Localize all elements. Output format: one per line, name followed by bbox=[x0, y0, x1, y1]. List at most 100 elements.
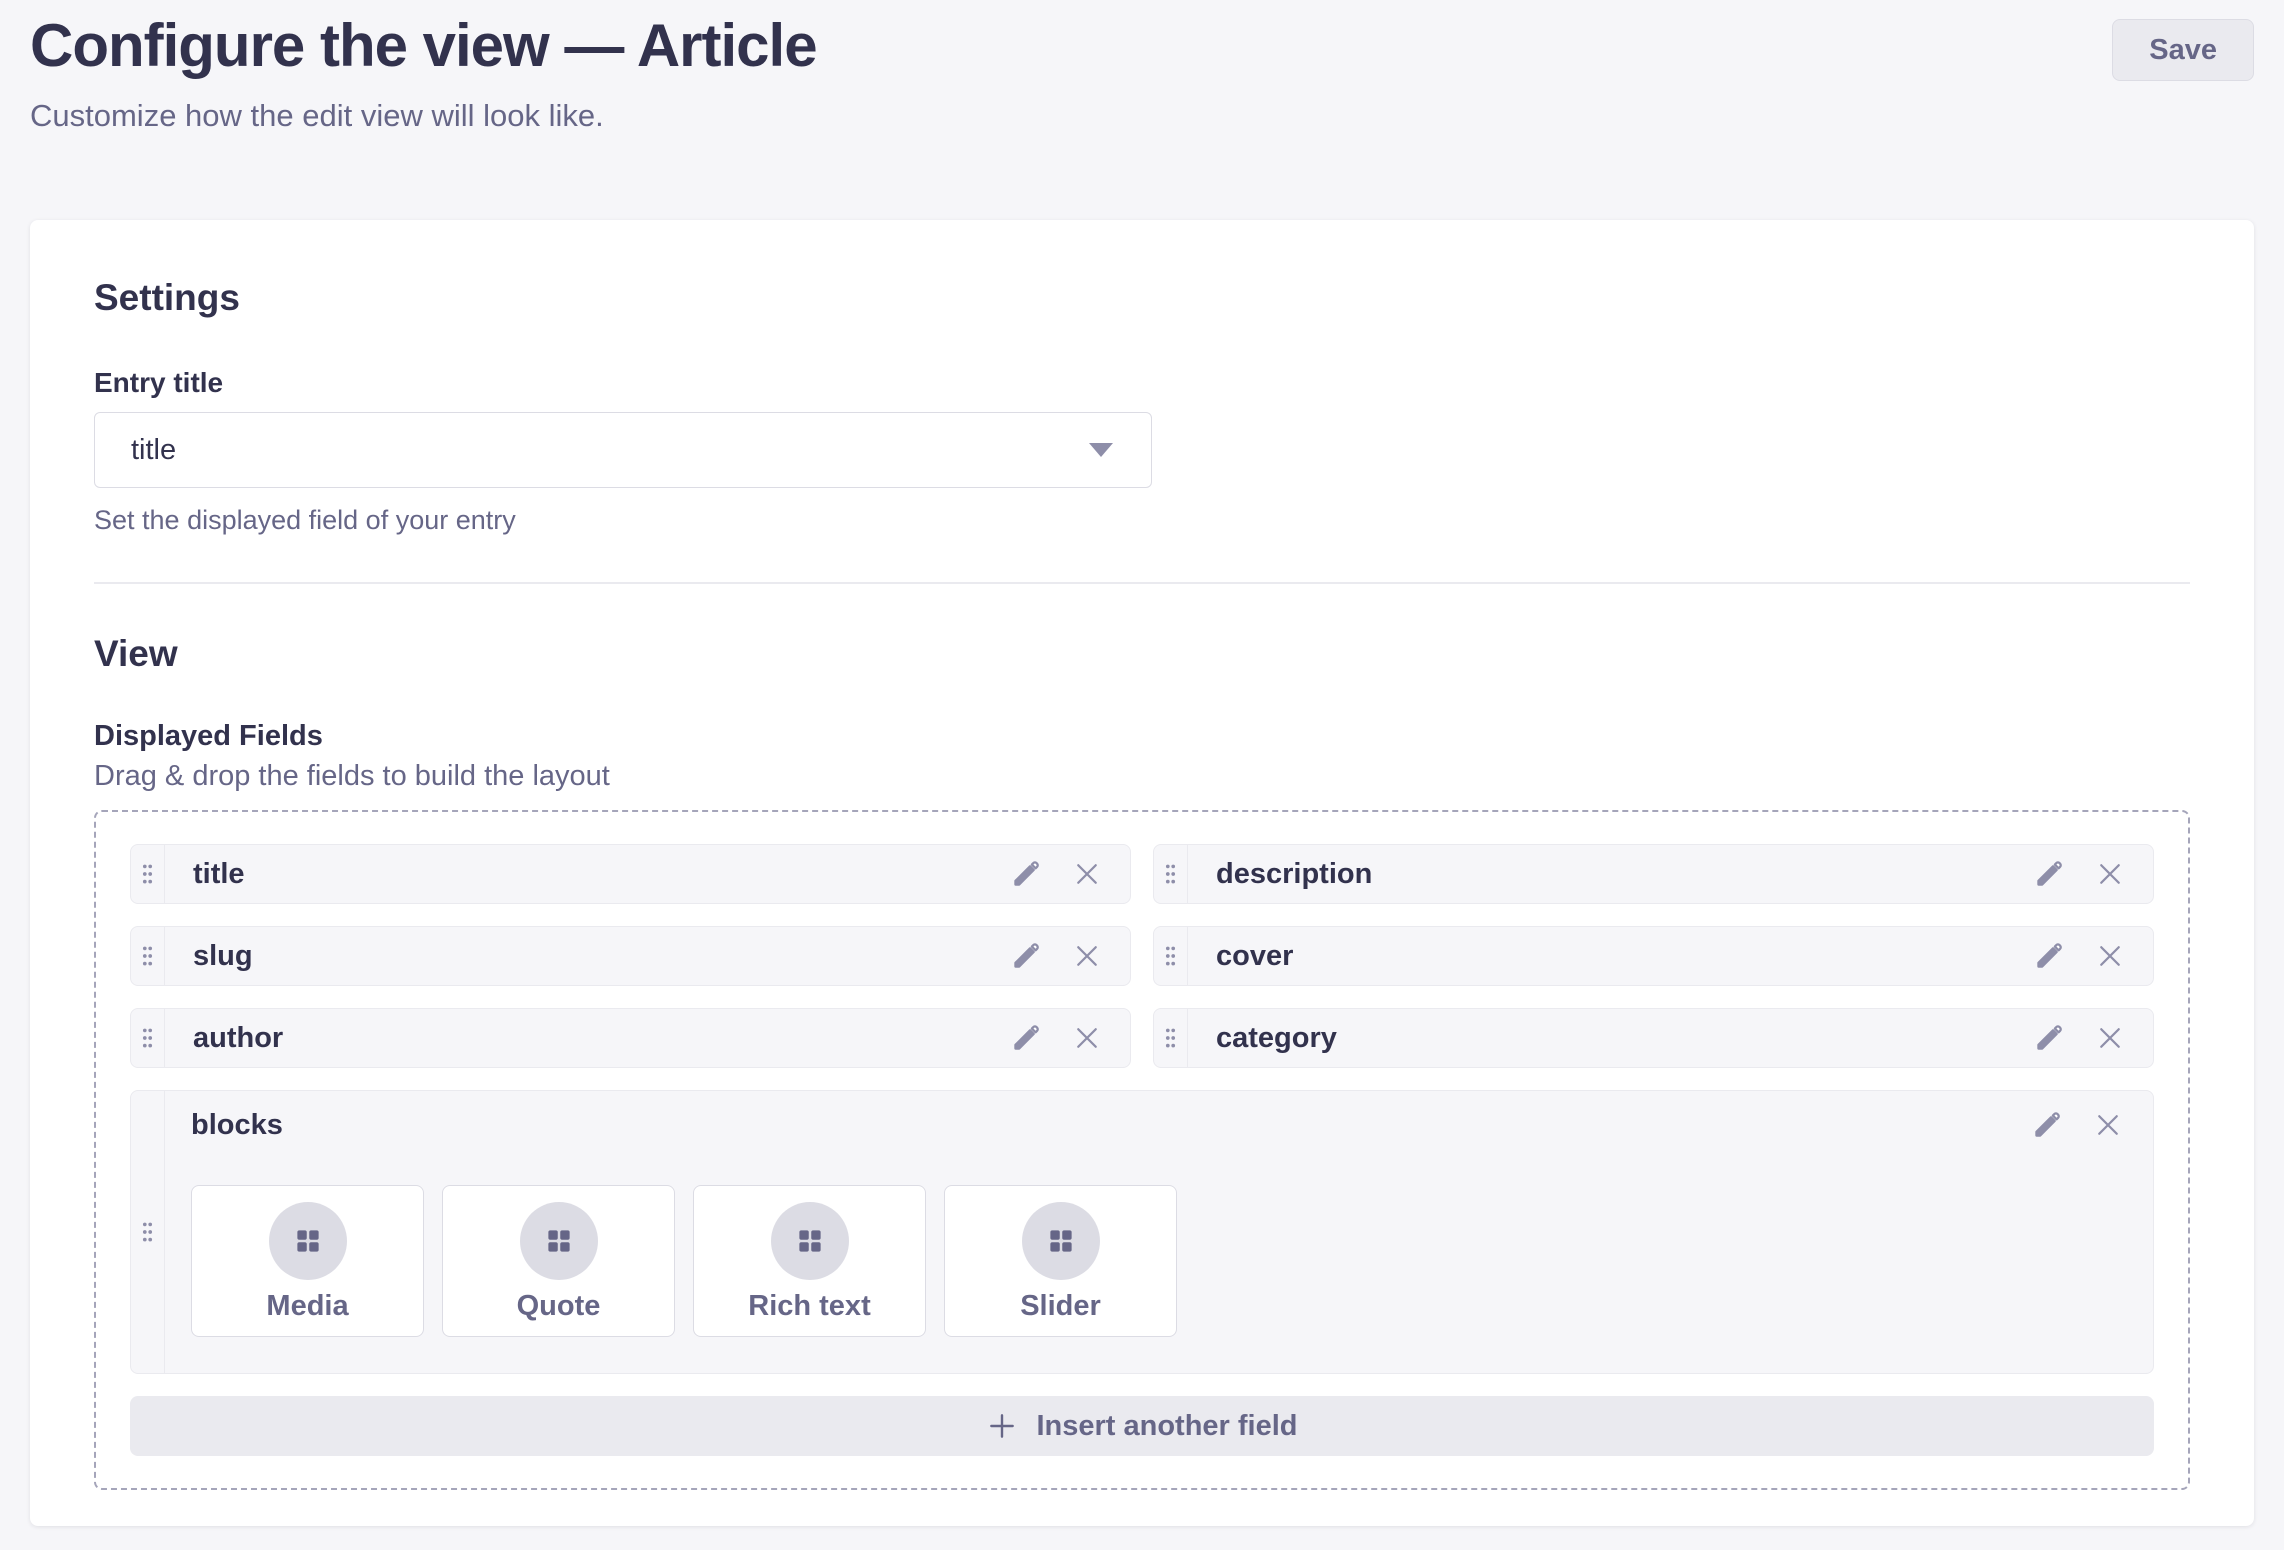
field-actions bbox=[1008, 938, 1102, 974]
drag-handle[interactable] bbox=[1154, 927, 1188, 985]
edit-field-button[interactable] bbox=[2031, 856, 2067, 892]
field-label: title bbox=[193, 858, 245, 891]
component-icon-circle bbox=[1022, 1202, 1100, 1280]
edit-field-button[interactable] bbox=[1008, 856, 1044, 892]
caret-down-icon bbox=[1089, 443, 1113, 457]
settings-heading: Settings bbox=[94, 276, 2190, 320]
component-icon-circle bbox=[520, 1202, 598, 1280]
x-icon bbox=[1072, 1023, 1102, 1053]
config-card: Settings Entry title title Set the displ… bbox=[30, 220, 2254, 1526]
entry-title-hint: Set the displayed field of your entry bbox=[94, 504, 2190, 536]
remove-field-button[interactable] bbox=[2093, 1110, 2123, 1140]
field-label: category bbox=[1216, 1022, 1337, 1055]
page-subtitle: Customize how the edit view will look li… bbox=[30, 96, 2254, 136]
component-label: Rich text bbox=[748, 1290, 870, 1323]
edit-field-button[interactable] bbox=[1008, 1020, 1044, 1056]
field-chip-description[interactable]: description bbox=[1153, 844, 2154, 904]
plus-icon bbox=[986, 1410, 1018, 1442]
entry-title-select-value: title bbox=[131, 434, 176, 467]
pencil-icon bbox=[1008, 938, 1044, 974]
component-list: Media Quote Rich text bbox=[191, 1185, 2123, 1337]
drag-handle[interactable] bbox=[131, 1091, 165, 1373]
section-divider bbox=[94, 582, 2190, 584]
drag-handle-icon bbox=[141, 1221, 154, 1243]
pencil-icon bbox=[1008, 856, 1044, 892]
remove-field-button[interactable] bbox=[2095, 1023, 2125, 1053]
field-chip-body: description bbox=[1188, 845, 2153, 903]
grid-icon bbox=[795, 1226, 825, 1256]
edit-field-button[interactable] bbox=[2031, 1020, 2067, 1056]
component-card-rich-text[interactable]: Rich text bbox=[693, 1185, 926, 1337]
field-chip-category[interactable]: category bbox=[1153, 1008, 2154, 1068]
insert-field-label: Insert another field bbox=[1036, 1410, 1297, 1443]
entry-title-label: Entry title bbox=[94, 366, 2190, 400]
x-icon bbox=[2095, 859, 2125, 889]
insert-field-button[interactable]: Insert another field bbox=[130, 1396, 2154, 1456]
pencil-icon bbox=[2031, 1020, 2067, 1056]
edit-field-button[interactable] bbox=[1008, 938, 1044, 974]
pencil-icon bbox=[2031, 856, 2067, 892]
field-grid: title description bbox=[130, 844, 2154, 1068]
field-chip-cover[interactable]: cover bbox=[1153, 926, 2154, 986]
drag-handle-icon bbox=[141, 1027, 154, 1049]
field-label: blocks bbox=[191, 1109, 283, 1142]
component-card-quote[interactable]: Quote bbox=[442, 1185, 675, 1337]
component-card-slider[interactable]: Slider bbox=[944, 1185, 1177, 1337]
field-chip-body: author bbox=[165, 1009, 1130, 1067]
remove-field-button[interactable] bbox=[2095, 859, 2125, 889]
drag-handle-icon bbox=[141, 863, 154, 885]
drag-handle[interactable] bbox=[131, 927, 165, 985]
edit-field-button[interactable] bbox=[2029, 1107, 2065, 1143]
field-actions bbox=[2031, 938, 2125, 974]
component-label: Quote bbox=[517, 1290, 601, 1323]
field-actions bbox=[1008, 856, 1102, 892]
displayed-fields-title: Displayed Fields bbox=[94, 718, 2190, 754]
pencil-icon bbox=[1008, 1020, 1044, 1056]
drag-handle[interactable] bbox=[1154, 845, 1188, 903]
grid-icon bbox=[293, 1226, 323, 1256]
page-title: Configure the view — Article bbox=[30, 10, 2254, 82]
remove-field-button[interactable] bbox=[2095, 941, 2125, 971]
drag-handle[interactable] bbox=[131, 1009, 165, 1067]
blocks-body: blocks Media bbox=[165, 1091, 2153, 1373]
drag-handle[interactable] bbox=[1154, 1009, 1188, 1067]
displayed-fields-subtitle: Drag & drop the fields to build the layo… bbox=[94, 758, 2190, 794]
field-actions bbox=[2029, 1107, 2123, 1143]
blocks-header: blocks bbox=[191, 1107, 2123, 1143]
edit-field-button[interactable] bbox=[2031, 938, 2067, 974]
field-chip-body: category bbox=[1188, 1009, 2153, 1067]
field-actions bbox=[2031, 856, 2125, 892]
grid-icon bbox=[544, 1226, 574, 1256]
remove-field-button[interactable] bbox=[1072, 859, 1102, 889]
x-icon bbox=[2093, 1110, 2123, 1140]
component-card-media[interactable]: Media bbox=[191, 1185, 424, 1337]
drag-handle-icon bbox=[1164, 1027, 1177, 1049]
view-heading: View bbox=[94, 632, 2190, 676]
remove-field-button[interactable] bbox=[1072, 1023, 1102, 1053]
field-chip-body: slug bbox=[165, 927, 1130, 985]
field-chip-title[interactable]: title bbox=[130, 844, 1131, 904]
drag-handle-icon bbox=[141, 945, 154, 967]
field-label: author bbox=[193, 1022, 283, 1055]
layout-dropzone: title description bbox=[94, 810, 2190, 1490]
field-chip-slug[interactable]: slug bbox=[130, 926, 1131, 986]
field-chip-author[interactable]: author bbox=[130, 1008, 1131, 1068]
pencil-icon bbox=[2031, 938, 2067, 974]
drag-handle-icon bbox=[1164, 945, 1177, 967]
field-label: slug bbox=[193, 940, 253, 973]
x-icon bbox=[2095, 941, 2125, 971]
entry-title-select[interactable]: title bbox=[94, 412, 1152, 488]
remove-field-button[interactable] bbox=[1072, 941, 1102, 971]
component-icon-circle bbox=[771, 1202, 849, 1280]
x-icon bbox=[2095, 1023, 2125, 1053]
page: { "header": { "title": "Configure the vi… bbox=[0, 0, 2284, 1550]
component-label: Media bbox=[266, 1290, 348, 1323]
field-chip-body: title bbox=[165, 845, 1130, 903]
field-label: cover bbox=[1216, 940, 1293, 973]
drag-handle[interactable] bbox=[131, 845, 165, 903]
field-chip-blocks[interactable]: blocks Media bbox=[130, 1090, 2154, 1374]
x-icon bbox=[1072, 859, 1102, 889]
save-button[interactable]: Save bbox=[2112, 19, 2254, 81]
x-icon bbox=[1072, 941, 1102, 971]
field-actions bbox=[2031, 1020, 2125, 1056]
